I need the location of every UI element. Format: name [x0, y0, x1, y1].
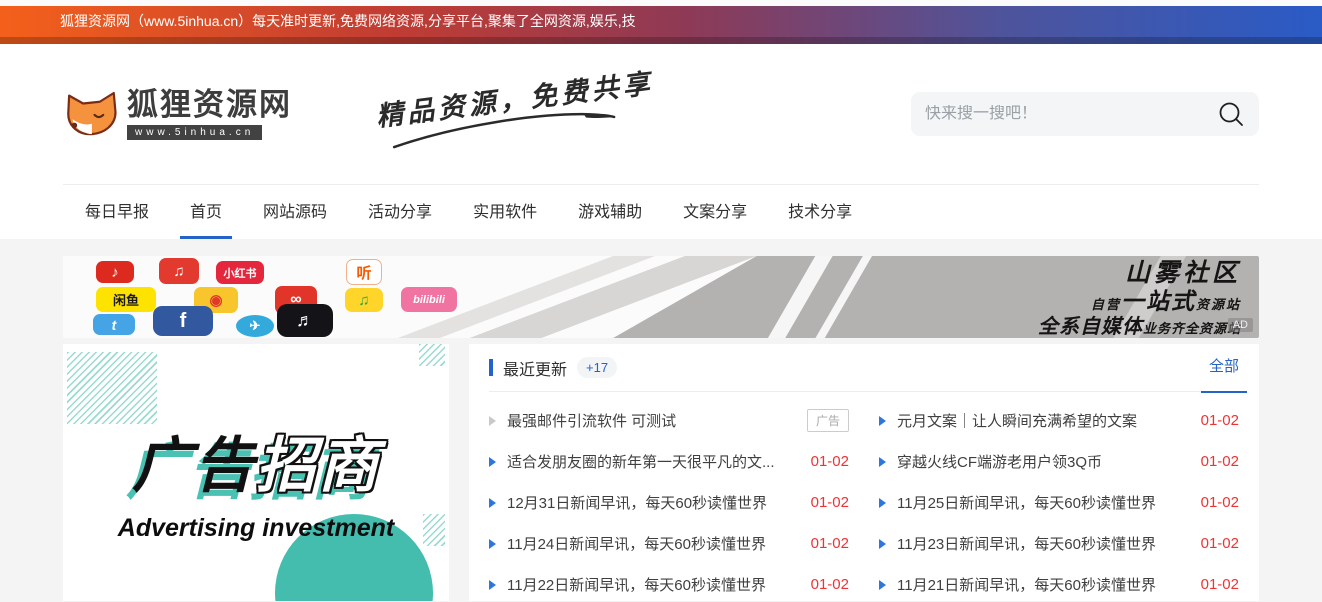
item-arrow-icon	[879, 498, 886, 508]
topbar-notice: 狐狸资源网（www.5inhua.cn）每天准时更新,免费网络资源,分享平台,聚…	[0, 6, 1322, 44]
item-arrow-icon	[489, 416, 496, 426]
list-item[interactable]: 适合发朋友圈的新年第一天很平凡的文... 01-02	[489, 441, 849, 482]
hatch-square-decoration	[67, 352, 157, 424]
list-item[interactable]: 最强邮件引流软件 可测试 广告	[489, 400, 849, 441]
nav-item-website-source[interactable]: 网站源码	[263, 185, 327, 239]
ad-title: 广告招商	[63, 436, 449, 496]
section-title: 最近更新	[503, 356, 567, 380]
item-date: 01-02	[1201, 576, 1239, 593]
advertising-investment-card[interactable]: 广告招商 Advertising investment	[63, 344, 449, 601]
item-date: 01-02	[811, 535, 849, 552]
nav-item-home[interactable]: 首页	[190, 185, 222, 239]
fox-logo-icon	[63, 89, 119, 139]
nav-item-game-assist[interactable]: 游戏辅助	[578, 185, 642, 239]
article-list-right: 元月文案｜让人瞬间充满希望的文案 01-02 穿越火线CF端游老用户领3Q币 0…	[879, 400, 1239, 601]
nav-item-copywriting-share[interactable]: 文案分享	[683, 185, 747, 239]
search-button[interactable]	[1217, 100, 1245, 128]
list-item[interactable]: 11月24日新闻早讯，每天60秒读懂世界 01-02	[489, 523, 849, 564]
update-count-badge: +17	[577, 357, 617, 378]
list-item[interactable]: 12月31日新闻早讯，每天60秒读懂世界 01-02	[489, 482, 849, 523]
nav-item-daily-report[interactable]: 每日早报	[85, 185, 149, 239]
nav-item-activity-share[interactable]: 活动分享	[368, 185, 432, 239]
ad-label-badge: AD	[1228, 318, 1253, 332]
qq-music-icon: ♫	[345, 288, 383, 312]
site-logo[interactable]: 狐狸资源网 www.5inhua.cn	[63, 88, 292, 140]
item-date: 01-02	[1201, 535, 1239, 552]
recent-updates-header: 最近更新 +17 全部	[489, 344, 1239, 392]
list-item[interactable]: 11月25日新闻早讯，每天60秒读懂世界 01-02	[879, 482, 1239, 523]
search-icon	[1217, 100, 1245, 128]
section-accent-bar	[489, 359, 493, 376]
red-swirl-app-icon: ♫	[159, 258, 199, 284]
list-item[interactable]: 穿越火线CF端游老用户领3Q币 01-02	[879, 441, 1239, 482]
item-date: 01-02	[1201, 453, 1239, 470]
item-arrow-icon	[489, 457, 496, 467]
banner-line-2: 自营一站式资源站	[1038, 290, 1241, 313]
list-item[interactable]: 11月23日新闻早讯，每天60秒读懂世界 01-02	[879, 523, 1239, 564]
ad-tag: 广告	[807, 409, 849, 432]
banner-line-1: 山雾社区	[1038, 261, 1241, 286]
item-date: 01-02	[811, 453, 849, 470]
item-date: 01-02	[811, 576, 849, 593]
xiaohongshu-icon: 小红书	[216, 261, 264, 284]
item-arrow-icon	[489, 539, 496, 549]
item-arrow-icon	[879, 580, 886, 590]
bilibili-icon: bilibili	[401, 287, 457, 312]
item-arrow-icon	[879, 416, 886, 426]
nav-item-useful-software[interactable]: 实用软件	[473, 185, 537, 239]
view-all-link[interactable]: 全部	[1209, 344, 1239, 392]
item-date: 01-02	[1201, 494, 1239, 511]
site-title: 狐狸资源网	[127, 88, 292, 122]
site-domain: www.5inhua.cn	[127, 125, 262, 140]
netease-music-icon: ♪	[96, 261, 134, 283]
hatch-square-decoration	[419, 344, 445, 366]
banner-ad[interactable]: ♪ ♫ 小红书 听 闲鱼 ◉ ∞ ♫ bilibili t f ✈ ♬ 山雾社区…	[63, 256, 1259, 338]
item-arrow-icon	[489, 498, 496, 508]
douyin-icon: ♬	[277, 304, 333, 337]
xianyu-icon: 闲鱼	[96, 287, 156, 312]
site-slogan: 精品资源，免费共享	[374, 61, 656, 134]
recent-updates-card: 最近更新 +17 全部 最强邮件引流软件 可测试 广告	[469, 344, 1259, 601]
article-list-left: 最强邮件引流软件 可测试 广告 适合发朋友圈的新年第一天很平凡的文... 01-…	[489, 400, 849, 601]
topbar-notice-text: 狐狸资源网（www.5inhua.cn）每天准时更新,免费网络资源,分享平台,聚…	[60, 13, 636, 29]
twitter-icon: t	[93, 314, 135, 335]
item-arrow-icon	[489, 580, 496, 590]
site-header: 狐狸资源网 www.5inhua.cn 精品资源，免费共享 每日早报 首页 网站	[0, 44, 1322, 239]
list-item[interactable]: 11月22日新闻早讯，每天60秒读懂世界 01-02	[489, 564, 849, 601]
search-box	[911, 92, 1259, 136]
item-date: 01-02	[811, 494, 849, 511]
telegram-icon: ✈	[236, 315, 274, 337]
banner-line-3: 全系自媒体业务齐全资源站	[1038, 317, 1241, 337]
search-input[interactable]	[925, 105, 1217, 123]
banner-slogan-text: 山雾社区 自营一站式资源站 全系自媒体业务齐全资源站	[1038, 261, 1241, 337]
item-arrow-icon	[879, 539, 886, 549]
ting-app-icon: 听	[346, 259, 382, 285]
item-arrow-icon	[879, 457, 886, 467]
facebook-icon: f	[153, 306, 213, 336]
ad-subtitle: Advertising investment	[63, 514, 449, 543]
main-nav: 每日早报 首页 网站源码 活动分享 实用软件 游戏辅助 文案分享 技术分享	[63, 184, 1259, 239]
list-item[interactable]: 元月文案｜让人瞬间充满希望的文案 01-02	[879, 400, 1239, 441]
item-date: 01-02	[1201, 412, 1239, 429]
nav-item-tech-share[interactable]: 技术分享	[788, 185, 852, 239]
list-item[interactable]: 11月21日新闻早讯，每天60秒读懂世界 01-02	[879, 564, 1239, 601]
